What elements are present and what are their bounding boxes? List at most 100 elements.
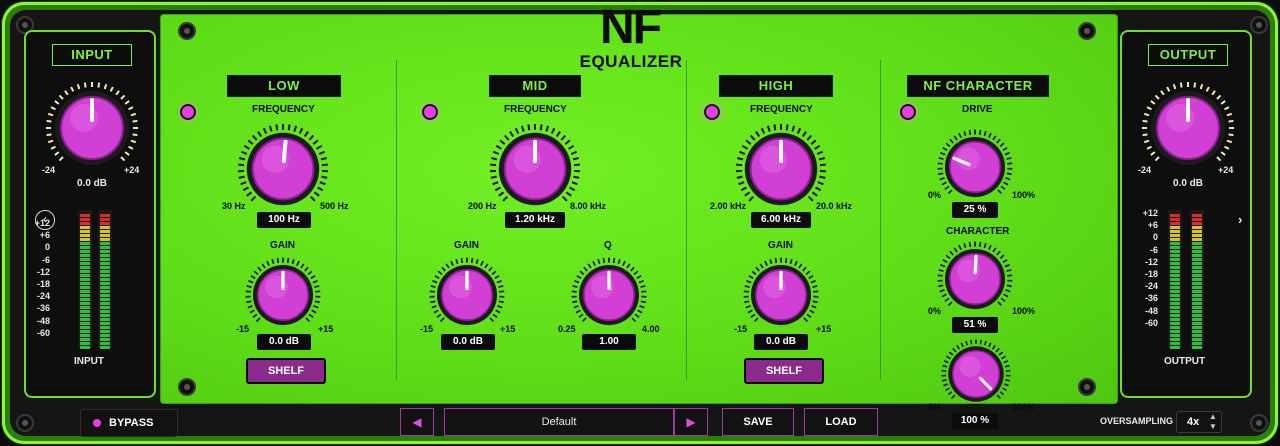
knob-tick	[460, 257, 464, 263]
mix-knob[interactable]	[940, 338, 1012, 410]
knob-tick	[1004, 364, 1010, 368]
low-freq-value[interactable]: 100 Hz	[257, 212, 311, 228]
high-freq-value[interactable]: 6.00 kHz	[751, 212, 811, 228]
meter-segment	[1170, 234, 1180, 237]
meter-segment	[100, 330, 110, 333]
drive-value[interactable]: 25 %	[952, 202, 998, 218]
knob-tick	[819, 175, 826, 179]
load-button[interactable]: LOAD	[804, 408, 878, 436]
knob-tick	[968, 129, 972, 135]
meter-segment	[100, 254, 110, 257]
knob-tick	[120, 156, 126, 162]
preset-name-display[interactable]: Default	[444, 408, 674, 436]
knob-tick	[815, 186, 822, 192]
chevron-left-icon[interactable]: ‹	[35, 210, 55, 230]
knob-tick	[744, 300, 750, 304]
knob-tick	[572, 300, 578, 304]
knob-tick	[287, 124, 291, 131]
knob-tick	[318, 150, 325, 155]
character-knob[interactable]	[936, 240, 1014, 318]
meter-scale-label: -24	[36, 291, 50, 302]
meter-segment	[80, 286, 90, 289]
knob-tick	[1150, 151, 1156, 156]
output-gain-knob[interactable]	[1140, 80, 1236, 176]
knob-tick	[949, 250, 954, 256]
knob-tick	[814, 145, 821, 150]
knob-tick	[818, 157, 825, 161]
knob-tick	[572, 285, 578, 288]
meter-segment	[1192, 250, 1202, 253]
mid-q-knob[interactable]	[570, 256, 648, 334]
mid-freq-value[interactable]: 1.20 kHz	[505, 212, 565, 228]
mid-gain-value[interactable]: 0.0 dB	[441, 334, 495, 350]
mid-band-label: MID	[490, 76, 580, 96]
low-shelf-button[interactable]: SHELF	[246, 358, 326, 384]
low-gain-value[interactable]: 0.0 dB	[257, 334, 311, 350]
low-band-enable-led[interactable]	[180, 104, 196, 120]
drive-knob[interactable]	[936, 128, 1014, 206]
high-frequency-knob[interactable]	[734, 122, 828, 216]
knob-tick	[983, 130, 987, 137]
knob-tick	[748, 275, 754, 279]
knob-tick	[640, 285, 646, 288]
mid-gain-knob[interactable]	[428, 256, 506, 334]
knob-tick	[50, 106, 56, 111]
knob-tick	[248, 279, 254, 284]
preset-prev-button[interactable]: ◀	[400, 408, 434, 436]
mid-frequency-knob[interactable]	[488, 122, 582, 216]
knob-tick	[1003, 293, 1009, 298]
knob-tick	[286, 257, 290, 263]
meter-segment	[80, 266, 90, 269]
high-gain-min: -15	[734, 324, 748, 334]
meter-segment	[80, 270, 90, 273]
knob-tick	[497, 305, 503, 309]
low-gain-knob[interactable]	[244, 256, 322, 334]
knob-highlight	[959, 356, 981, 377]
mix-value[interactable]: 100 %	[952, 413, 998, 429]
knob-tick	[271, 258, 275, 265]
high-gain-knob[interactable]	[742, 256, 820, 334]
knob-tick	[564, 139, 571, 145]
knob-tick	[1154, 156, 1160, 162]
high-band-enable-led[interactable]	[704, 104, 720, 120]
section-divider	[396, 60, 397, 380]
knob-tick	[490, 175, 497, 179]
meter-segment	[80, 294, 90, 297]
oversampling-select[interactable]: 4x ▲ ▼	[1176, 411, 1222, 433]
character-enable-led[interactable]	[900, 104, 916, 120]
knob-tick	[737, 157, 744, 161]
knob-tick	[597, 258, 601, 265]
meter-segment	[100, 218, 110, 221]
knob-tick	[1006, 157, 1012, 160]
knob-tick	[1002, 147, 1008, 151]
knob-tick	[958, 132, 962, 138]
bypass-button[interactable]: BYPASS	[80, 409, 178, 437]
low-freq-max: 500 Hz	[320, 201, 349, 211]
meter-segment	[1170, 262, 1180, 265]
knob-tick	[1172, 83, 1177, 90]
meter-segment	[80, 254, 90, 257]
knob-tick	[97, 82, 101, 88]
character-value[interactable]: 51 %	[952, 317, 998, 333]
knob-tick	[1216, 156, 1222, 162]
input-gain-knob[interactable]	[44, 80, 140, 176]
knob-tick	[560, 134, 566, 141]
mid-band-enable-led[interactable]	[422, 104, 438, 120]
high-shelf-button[interactable]: SHELF	[744, 358, 824, 384]
mid-freq-max: 8.00 kHz	[570, 201, 607, 211]
preset-next-button[interactable]: ▶	[674, 408, 708, 436]
meter-segment	[1192, 242, 1202, 245]
knob-tick	[47, 139, 54, 144]
high-gain-value[interactable]: 0.0 dB	[754, 334, 808, 350]
knob-tick	[1003, 383, 1009, 387]
meter-segment	[100, 250, 110, 253]
knob-tick	[243, 145, 250, 150]
knob-tick	[54, 100, 60, 105]
meter-segment	[1192, 282, 1202, 285]
bypass-label: BYPASS	[109, 417, 154, 429]
low-frequency-knob[interactable]	[236, 122, 330, 216]
save-button[interactable]: SAVE	[722, 408, 794, 436]
chevron-right-icon[interactable]: ›	[1238, 212, 1242, 227]
updown-arrows-icon: ▲ ▼	[1209, 412, 1217, 431]
mid-q-value[interactable]: 1.00	[582, 334, 636, 350]
